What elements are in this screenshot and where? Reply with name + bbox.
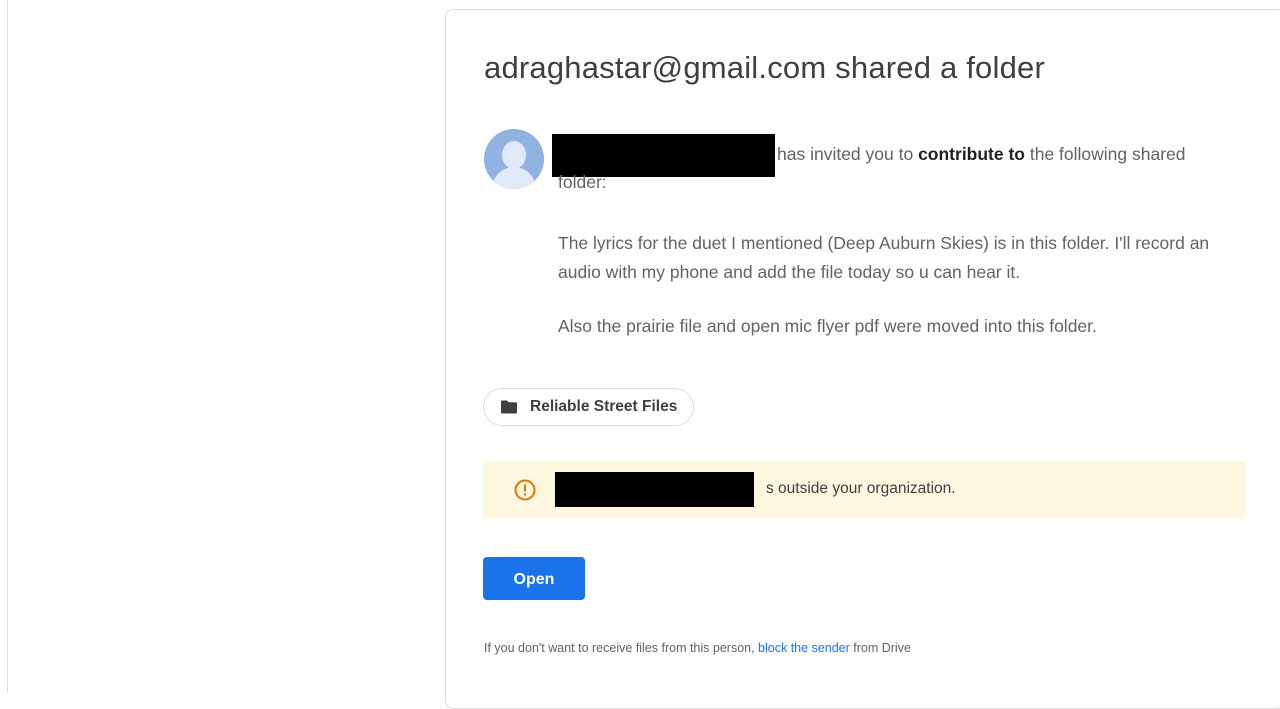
block-sender-link[interactable]: block the sender — [758, 641, 850, 655]
footer-note: If you don't want to receive files from … — [484, 641, 911, 655]
footer-text-before: If you don't want to receive files from … — [484, 641, 759, 655]
invite-text-before: has invited you to — [777, 144, 919, 164]
left-divider — [7, 0, 8, 692]
folder-name: Reliable Street Files — [530, 398, 678, 415]
invite-continuation: folder: — [558, 172, 607, 192]
message-paragraph-1: The lyrics for the duet I mentioned (Dee… — [558, 233, 1210, 282]
message-paragraph-2: Also the prairie file and open mic flyer… — [558, 316, 1097, 336]
warning-icon — [514, 479, 536, 501]
folder-icon — [501, 400, 517, 414]
open-button[interactable]: Open — [483, 557, 585, 600]
avatar-body-shape — [492, 167, 536, 189]
warning-text: s outside your organization. — [766, 480, 956, 497]
redacted-sender-name — [552, 134, 775, 177]
shared-folder-chip[interactable]: Reliable Street Files — [483, 388, 695, 426]
redacted-sender-email — [555, 472, 754, 507]
sender-avatar — [484, 129, 544, 189]
outside-org-warning-banner: s outside your organization. — [483, 461, 1245, 518]
invite-line: has invited you to contribute to the fol… — [777, 144, 1186, 165]
footer-text-after: from Drive — [849, 641, 911, 655]
invite-bold-text: contribute to — [918, 144, 1025, 164]
invite-text-after: the following shared — [1025, 144, 1186, 164]
avatar-head-shape — [502, 141, 526, 169]
email-title: adraghastar@gmail.com shared a folder — [484, 50, 1045, 85]
email-card: adraghastar@gmail.com shared a folder ha… — [445, 9, 1280, 709]
